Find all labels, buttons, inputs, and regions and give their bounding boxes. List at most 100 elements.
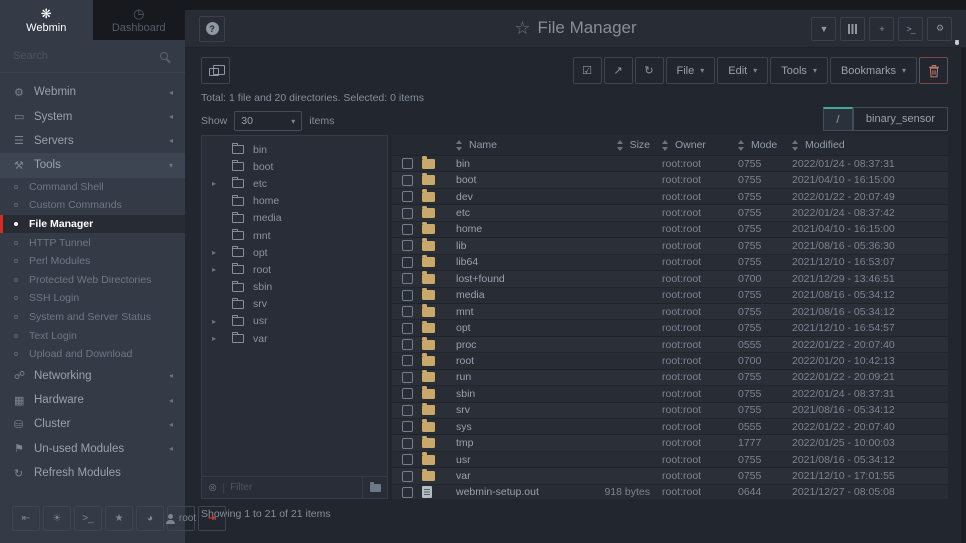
sidebar-item[interactable]: ☰ Servers ◂: [0, 129, 185, 153]
sidebar-item[interactable]: ⚒ Tools ▾: [0, 153, 185, 177]
expand-arrow-icon[interactable]: [212, 317, 224, 326]
row-checkbox[interactable]: [402, 191, 413, 202]
tree-item[interactable]: mnt: [202, 227, 387, 244]
table-row[interactable]: media root:root 0755 2021/08/16 - 05:34:…: [392, 288, 948, 304]
expand-arrow-icon[interactable]: [212, 179, 224, 188]
sort-icon[interactable]: [456, 140, 463, 151]
row-checkbox[interactable]: [402, 224, 413, 235]
column-header-owner[interactable]: Owner: [662, 139, 738, 151]
scrollbar-track[interactable]: [961, 10, 966, 543]
cell-name[interactable]: usr: [456, 454, 574, 466]
table-row[interactable]: mnt root:root 0755 2021/08/16 - 05:34:12: [392, 304, 948, 320]
tree-item[interactable]: srv: [202, 296, 387, 313]
column-header-size[interactable]: Size: [574, 139, 662, 151]
tree-item[interactable]: sbin: [202, 279, 387, 296]
cell-name[interactable]: bin: [456, 158, 574, 170]
cell-name[interactable]: root: [456, 355, 574, 367]
sidebar-item[interactable]: SSH Login: [0, 289, 185, 308]
expand-arrow-icon[interactable]: [212, 248, 224, 257]
tree-item[interactable]: etc: [202, 175, 387, 192]
tree-item[interactable]: root: [202, 261, 387, 278]
row-checkbox[interactable]: [402, 175, 413, 186]
row-checkbox[interactable]: [402, 306, 413, 317]
cell-name[interactable]: srv: [456, 404, 574, 416]
row-checkbox[interactable]: [402, 290, 413, 301]
sidebar-item[interactable]: Text Login: [0, 326, 185, 345]
sidebar-item[interactable]: Custom Commands: [0, 196, 185, 215]
row-checkbox[interactable]: [402, 471, 413, 482]
table-row[interactable]: sys root:root 0555 2022/01/22 - 20:07:40: [392, 419, 948, 435]
breadcrumb-segment[interactable]: binary_sensor: [853, 107, 948, 131]
table-row[interactable]: tmp root:root 1777 2022/01/25 - 10:00:03: [392, 435, 948, 451]
page-size-select[interactable]: 30 ▾: [234, 111, 302, 131]
sidebar-footer-button[interactable]: >_: [74, 506, 102, 531]
table-row[interactable]: srv root:root 0755 2021/08/16 - 05:34:12: [392, 403, 948, 419]
sidebar-item[interactable]: ⛁ Cluster ◂: [0, 412, 185, 436]
sidebar-footer-button[interactable]: ⇤: [12, 506, 40, 531]
new-window-button[interactable]: [201, 57, 230, 84]
cell-name[interactable]: sys: [456, 421, 574, 433]
cell-name[interactable]: boot: [456, 174, 574, 186]
tree-item[interactable]: opt: [202, 244, 387, 261]
toolbar-icon-button[interactable]: ↻: [635, 57, 664, 84]
table-row[interactable]: bin root:root 0755 2022/01/24 - 08:37:31: [392, 156, 948, 172]
tree-item[interactable]: media: [202, 210, 387, 227]
sort-icon[interactable]: [792, 140, 799, 151]
breadcrumb-segment[interactable]: /: [823, 107, 853, 131]
sidebar-item[interactable]: Command Shell: [0, 178, 185, 197]
sidebar-item[interactable]: System and Server Status: [0, 308, 185, 327]
cell-name[interactable]: proc: [456, 339, 574, 351]
cell-name[interactable]: sbin: [456, 388, 574, 400]
table-row[interactable]: sbin root:root 0755 2022/01/24 - 08:37:3…: [392, 386, 948, 402]
sidebar-item[interactable]: ▭ System ◂: [0, 104, 185, 128]
row-checkbox[interactable]: [402, 339, 413, 350]
table-row[interactable]: lib root:root 0755 2021/08/16 - 05:36:30: [392, 238, 948, 254]
header-action-button[interactable]: +: [869, 17, 894, 41]
table-row[interactable]: lost+found root:root 0700 2021/12/29 - 1…: [392, 271, 948, 287]
row-checkbox[interactable]: [402, 388, 413, 399]
row-checkbox[interactable]: [402, 405, 413, 416]
header-action-button[interactable]: >_: [898, 17, 923, 41]
toolbar-icon-button[interactable]: ↗: [604, 57, 633, 84]
header-action-button[interactable]: [840, 17, 865, 41]
sidebar-item[interactable]: File Manager: [0, 215, 185, 234]
row-checkbox[interactable]: [402, 323, 413, 334]
table-row[interactable]: etc root:root 0755 2022/01/24 - 08:37:42: [392, 205, 948, 221]
expand-arrow-icon[interactable]: [212, 265, 224, 274]
row-checkbox[interactable]: [402, 355, 413, 366]
table-row[interactable]: usr root:root 0755 2021/08/16 - 05:34:12: [392, 452, 948, 468]
cell-name[interactable]: lib: [456, 240, 574, 252]
cell-name[interactable]: media: [456, 289, 574, 301]
trash-button[interactable]: [919, 57, 948, 84]
row-checkbox[interactable]: [402, 240, 413, 251]
row-checkbox[interactable]: [402, 421, 413, 432]
tree-item[interactable]: home: [202, 193, 387, 210]
sort-icon[interactable]: [738, 140, 745, 151]
tree-item[interactable]: var: [202, 330, 387, 347]
table-row[interactable]: boot root:root 0755 2021/04/10 - 16:15:0…: [392, 172, 948, 188]
sidebar-item[interactable]: Upload and Download: [0, 345, 185, 364]
sidebar-item[interactable]: ↻ Refresh Modules: [0, 461, 185, 485]
table-row[interactable]: home root:root 0755 2021/04/10 - 16:15:0…: [392, 222, 948, 238]
table-row[interactable]: proc root:root 0555 2022/01/22 - 20:07:4…: [392, 337, 948, 353]
toolbar-icon-button[interactable]: ☑: [573, 57, 602, 84]
header-action-button[interactable]: ▼: [811, 17, 836, 41]
row-checkbox[interactable]: [402, 372, 413, 383]
tree-item[interactable]: boot: [202, 158, 387, 175]
sidebar-tab[interactable]: ◷ Dashboard: [93, 0, 186, 40]
table-row[interactable]: dev root:root 0755 2022/01/22 - 20:07:49: [392, 189, 948, 205]
sidebar-footer-button[interactable]: ★: [105, 506, 133, 531]
tree-filter-input[interactable]: [230, 482, 357, 493]
sidebar-footer-button[interactable]: ◕: [136, 506, 164, 531]
table-row[interactable]: run root:root 0755 2022/01/22 - 20:09:21: [392, 370, 948, 386]
sort-icon[interactable]: [617, 140, 624, 151]
table-row[interactable]: webmin-setup.out 918 bytes root:root 064…: [392, 485, 948, 499]
cell-name[interactable]: etc: [456, 207, 574, 219]
toolbar-menu-button[interactable]: Bookmarks ▾: [830, 57, 917, 84]
sidebar-tab[interactable]: ❋ Webmin: [0, 0, 93, 40]
sidebar-footer-button[interactable]: ☀: [43, 506, 71, 531]
sidebar-item[interactable]: Protected Web Directories: [0, 271, 185, 290]
toolbar-menu-button[interactable]: File ▾: [666, 57, 716, 84]
sidebar-item[interactable]: ⚑ Un-used Modules ◂: [0, 437, 185, 461]
row-checkbox[interactable]: [402, 273, 413, 284]
